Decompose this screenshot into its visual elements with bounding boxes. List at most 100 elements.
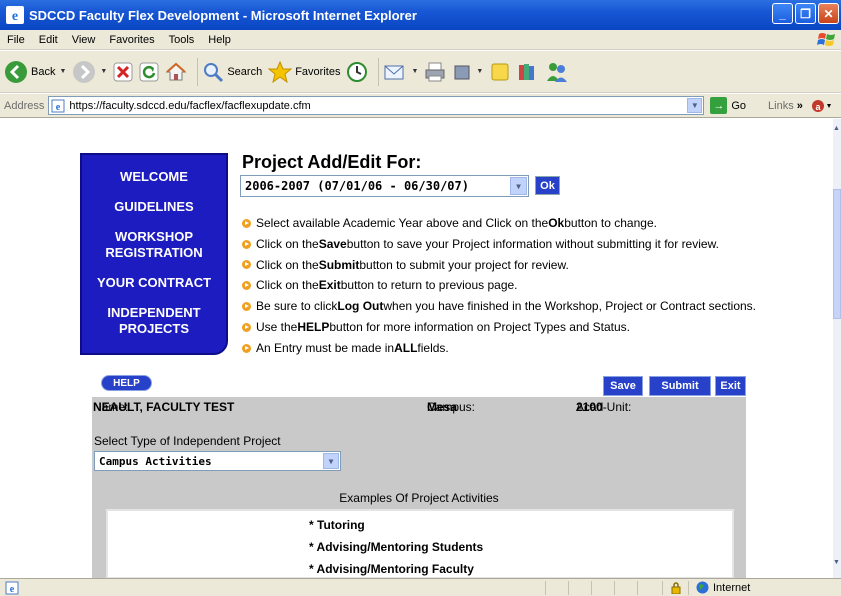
vertical-scrollbar[interactable]: ▲ ▼ <box>833 119 841 578</box>
home-button[interactable] <box>165 62 187 82</box>
menu-file[interactable]: File <box>0 34 32 46</box>
print-button[interactable] <box>424 61 446 83</box>
messenger-icon <box>547 62 568 82</box>
instruction-item: Click on the Exit button to return to pr… <box>242 275 756 296</box>
page-status-icon: e <box>5 581 19 595</box>
instruction-bold: Submit <box>318 257 360 272</box>
status-divider <box>688 581 689 595</box>
go-button[interactable]: → Go <box>710 97 746 114</box>
save-button[interactable]: Save <box>603 376 643 396</box>
back-button[interactable]: Back ▼ <box>4 60 66 84</box>
forward-button[interactable]: ▼ <box>72 60 107 84</box>
instruction-text: fields. <box>417 340 449 355</box>
printer-icon <box>425 62 445 81</box>
window-title: SDCCD Faculty Flex Development - Microso… <box>29 7 417 23</box>
toolbar-addon-icon[interactable]: a <box>811 98 833 114</box>
instruction-item: Be sure to click Log Out when you have f… <box>242 296 756 317</box>
instruction-text: Click on the <box>256 236 319 251</box>
scroll-down-icon[interactable]: ▼ <box>833 559 841 569</box>
academic-year-select[interactable]: 2006-2007 (07/01/06 - 06/30/07) ▼ <box>240 175 529 197</box>
instruction-text: button to submit your project for review… <box>359 257 569 272</box>
globe-icon <box>696 581 709 594</box>
instruction-text: An Entry must be made in <box>256 340 395 355</box>
status-divider <box>591 581 592 595</box>
ie-icon: e <box>6 6 24 24</box>
refresh-button[interactable] <box>139 62 159 82</box>
search-icon <box>204 62 224 82</box>
minimize-button[interactable]: _ <box>772 3 793 24</box>
edit-button[interactable]: ▼ <box>452 62 483 82</box>
messenger-button[interactable] <box>545 61 569 83</box>
links-label: Links <box>768 99 794 112</box>
menu-help[interactable]: Help <box>201 34 238 46</box>
mail-button[interactable]: ▼ <box>383 62 418 82</box>
project-type-label: Select Type of Independent Project <box>94 434 281 448</box>
chevron-down-icon[interactable]: ▼ <box>687 98 703 113</box>
links-button[interactable]: Links » <box>768 100 803 112</box>
refresh-icon <box>139 62 159 81</box>
ok-button[interactable]: Ok <box>535 176 560 195</box>
instruction-text: Click on the <box>256 257 319 272</box>
history-button[interactable] <box>346 61 368 83</box>
project-type-select[interactable]: Campus Activities ▼ <box>94 451 341 471</box>
bullet-arrow-icon <box>242 218 251 228</box>
note-icon <box>491 63 509 80</box>
back-arrow-icon <box>5 60 27 83</box>
example-item: * Tutoring <box>309 518 365 532</box>
instruction-item: An Entry must be made in ALL fields. <box>242 338 756 359</box>
maximize-button[interactable]: ❐ <box>795 3 816 24</box>
scroll-thumb[interactable] <box>833 189 841 319</box>
svg-text:e: e <box>12 9 18 24</box>
instruction-bold: ALL <box>394 340 418 355</box>
stop-button[interactable] <box>113 62 133 82</box>
acad-unit-suffix: - <box>602 400 607 414</box>
close-button[interactable]: ✕ <box>818 3 839 24</box>
instruction-text: button for more information on Project T… <box>329 319 630 334</box>
stop-icon <box>113 62 133 81</box>
nav-guidelines[interactable]: GUIDELINES <box>82 199 226 215</box>
menu-favorites[interactable]: Favorites <box>102 34 161 46</box>
instruction-bold: HELP <box>297 319 330 334</box>
back-label: Back <box>31 65 56 78</box>
nav-your-contract[interactable]: YOUR CONTRACT <box>82 275 226 291</box>
menu-view[interactable]: View <box>65 34 103 46</box>
project-type-value: Campus Activities <box>99 454 212 468</box>
instruction-text: button to return to previous page. <box>340 278 518 293</box>
exit-button[interactable]: Exit <box>715 376 746 396</box>
campus-info: Campus: Mesa <box>427 400 475 414</box>
help-button[interactable]: HELP <box>101 375 152 391</box>
windows-logo-icon <box>817 33 835 46</box>
page-icon: e <box>51 99 65 113</box>
menu-tools[interactable]: Tools <box>162 34 202 46</box>
instruction-text: Use the <box>256 319 298 334</box>
instruction-item: Click on the Submit button to submit you… <box>242 255 756 276</box>
svg-text:e: e <box>10 584 15 595</box>
menu-edit[interactable]: Edit <box>32 34 65 46</box>
window-title-bar: e SDCCD Faculty Flex Development - Micro… <box>0 0 841 30</box>
favorites-button[interactable]: Favorites <box>268 60 340 83</box>
instruction-text: Select available Academic Year above and… <box>256 216 549 230</box>
nav-welcome[interactable]: WELCOME <box>82 169 226 185</box>
search-button[interactable]: Search <box>202 61 262 83</box>
status-bar: e Internet <box>0 578 841 596</box>
research-button[interactable] <box>517 61 539 83</box>
examples-box[interactable]: * Tutoring * Advising/Mentoring Students… <box>106 509 734 578</box>
submit-button[interactable]: Submit <box>649 376 711 396</box>
books-icon <box>519 63 535 80</box>
mail-icon <box>384 65 404 79</box>
discuss-button[interactable] <box>489 61 511 83</box>
address-input[interactable]: e https://faculty.sdccd.edu/facflex/facf… <box>48 96 705 115</box>
forward-arrow-icon <box>73 60 96 83</box>
nav-workshop-registration[interactable]: WORKSHOP REGISTRATION <box>82 229 226 261</box>
toolbar-separator <box>378 57 380 86</box>
academic-year-value: 2006-2007 (07/01/06 - 06/30/07) <box>245 179 469 193</box>
campus-label: Campus: <box>427 400 476 414</box>
chevron-right-icon: » <box>796 99 803 112</box>
scroll-up-icon[interactable]: ▲ <box>833 125 841 135</box>
instruction-text: Be sure to click <box>256 299 338 314</box>
instruction-item: Click on the Save button to save your Pr… <box>242 234 756 255</box>
left-nav-panel: WELCOME GUIDELINES WORKSHOP REGISTRATION… <box>80 153 228 355</box>
menu-bar: File Edit View Favorites Tools Help <box>0 30 841 50</box>
name-label: Name: <box>93 400 129 414</box>
nav-independent-projects[interactable]: INDEPENDENT PROJECTS <box>82 305 226 337</box>
